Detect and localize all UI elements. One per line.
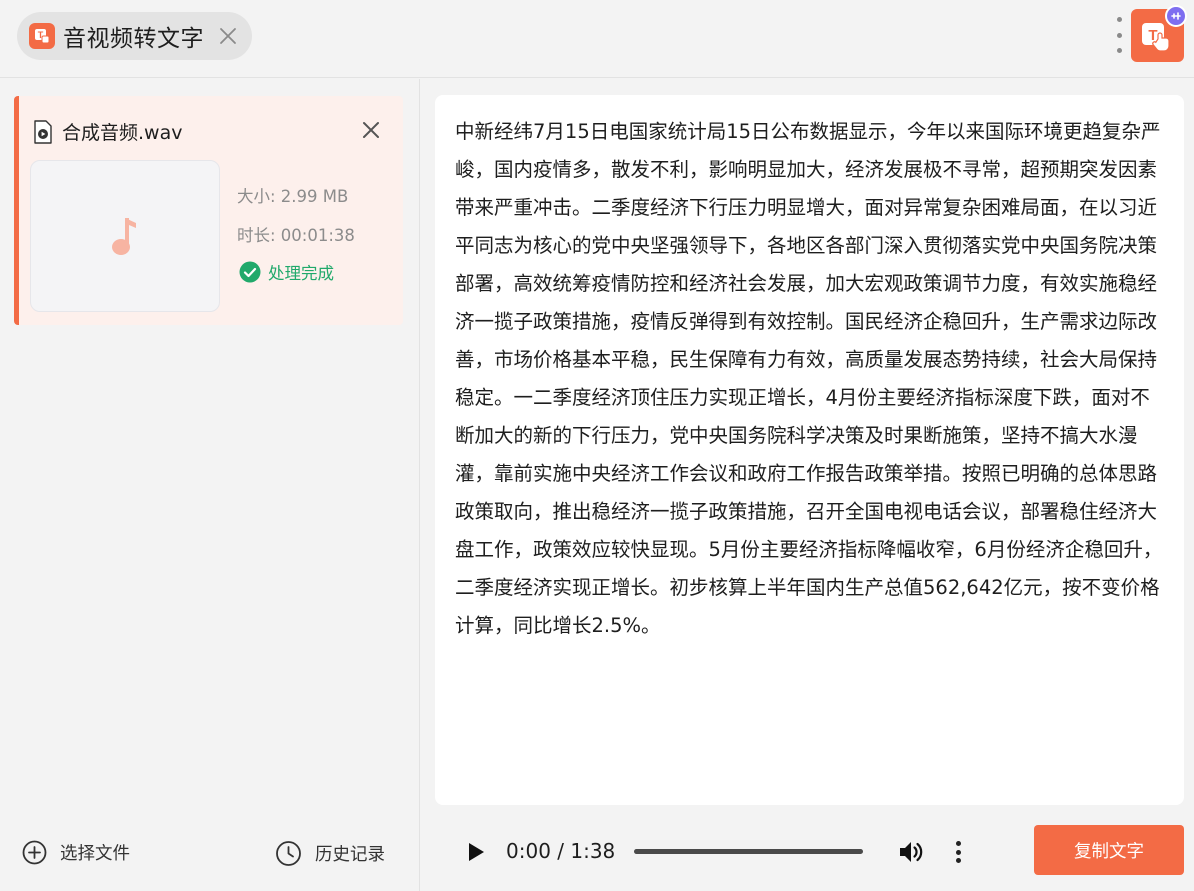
progress-slider[interactable] — [634, 849, 863, 854]
file-duration: 时长: 00:01:38 — [237, 226, 355, 245]
audio-player: 0:00 / 1:38 — [435, 823, 995, 881]
video-file-icon — [34, 119, 52, 144]
history-button[interactable]: 历史记录 — [275, 840, 385, 867]
plugin-badge-icon — [1165, 5, 1187, 27]
tab-title: 音视频转文字 — [63, 26, 204, 52]
tab-audio-to-text[interactable]: T 音视频转文字 — [17, 12, 252, 60]
history-label: 历史记录 — [315, 845, 385, 865]
playback-time: 0:00 / 1:38 — [506, 839, 616, 863]
play-icon[interactable] — [465, 841, 487, 863]
plus-circle-icon — [22, 840, 47, 865]
audio-thumbnail — [30, 160, 220, 312]
status-text: 处理完成 — [268, 264, 334, 283]
kebab-menu-icon[interactable] — [1110, 17, 1128, 53]
choose-file-label: 选择文件 — [60, 844, 130, 864]
transcript-panel[interactable]: 中新经纬7月15日电国家统计局15日公布数据显示，今年以来国际环境更趋复杂严峻，… — [435, 95, 1184, 805]
transcript-text: 中新经纬7月15日电国家统计局15日公布数据显示，今年以来国际环境更趋复杂严峻，… — [455, 120, 1163, 637]
progress-fill — [634, 849, 863, 854]
volume-icon[interactable] — [897, 838, 925, 866]
close-icon[interactable] — [216, 24, 240, 48]
file-list-panel: 合成音频.wav 大小: 2.99 MB 时长: 00:01:38 处理完成 选… — [0, 79, 420, 891]
copy-text-button[interactable]: 复制文字 — [1034, 825, 1184, 875]
file-name: 合成音频.wav — [62, 122, 183, 144]
choose-file-button[interactable]: 选择文件 — [22, 840, 130, 865]
file-size: 大小: 2.99 MB — [237, 187, 349, 206]
app-logo-icon[interactable]: T — [1131, 5, 1187, 62]
title-bar: T 音视频转文字 T — [0, 0, 1194, 78]
player-menu-icon[interactable] — [954, 841, 962, 863]
status-badge: 处理完成 — [239, 260, 334, 284]
music-note-icon — [112, 218, 136, 255]
file-header: 合成音频.wav — [33, 118, 182, 145]
close-icon[interactable] — [361, 120, 381, 140]
check-circle-icon — [239, 261, 261, 283]
app-t-icon: T — [29, 23, 55, 49]
file-card[interactable]: 合成音频.wav 大小: 2.99 MB 时长: 00:01:38 处理完成 — [14, 96, 403, 325]
clock-icon — [276, 841, 301, 866]
